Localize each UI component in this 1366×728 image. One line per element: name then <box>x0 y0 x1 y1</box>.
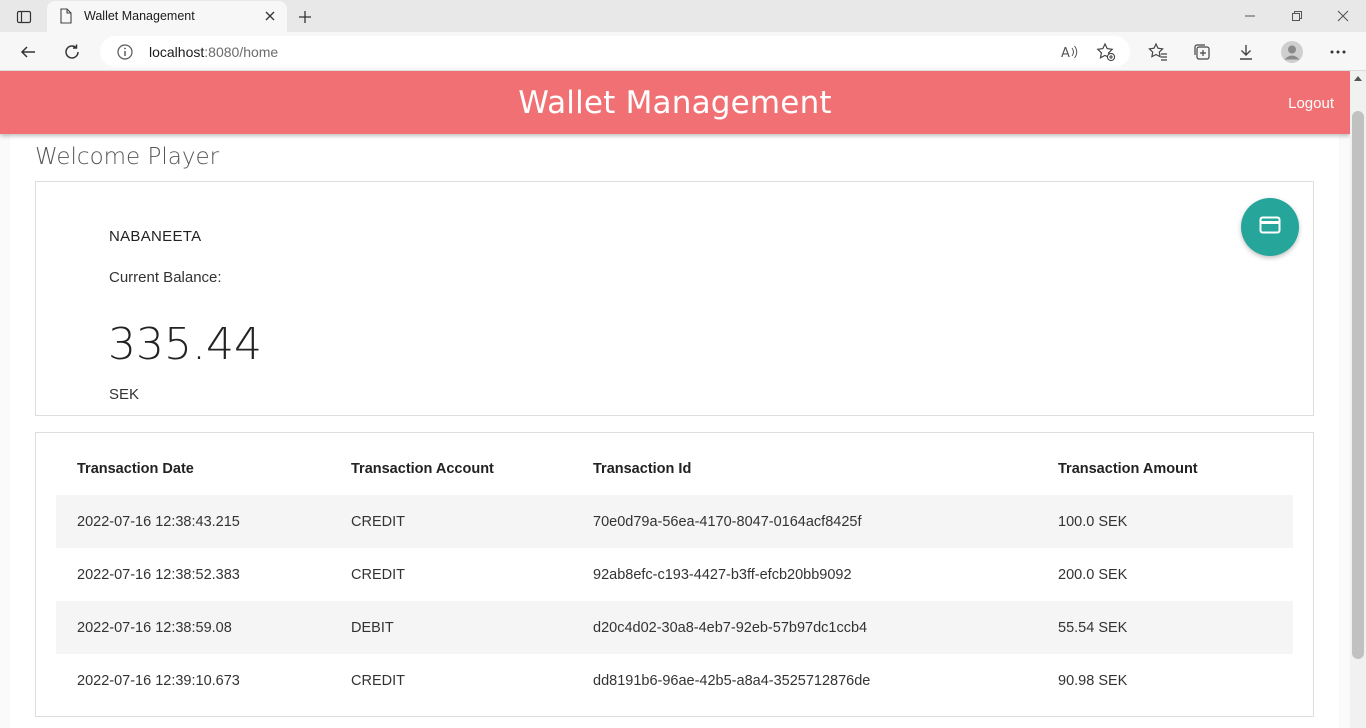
player-name: NABANEETA <box>109 228 202 245</box>
more-options-icon[interactable] <box>1326 40 1350 64</box>
table-row: 2022-07-16 12:39:10.673 CREDIT dd8191b6-… <box>56 654 1293 707</box>
cell-amount: 55.54 SEK <box>1037 601 1293 654</box>
welcome-heading: Welcome Player <box>35 144 220 170</box>
page-icon <box>59 8 73 29</box>
back-icon[interactable] <box>16 40 40 64</box>
transactions-card: Transaction Date Transaction Account Tra… <box>35 432 1314 717</box>
page-scrollbar[interactable] <box>1350 71 1366 728</box>
cell-amount: 100.0 SEK <box>1037 495 1293 548</box>
main-content: Welcome Player NABANEETA Current Balance… <box>10 134 1339 728</box>
url-text: localhost:8080/home <box>149 44 278 60</box>
cell-id: 70e0d79a-56ea-4170-8047-0164acf8425f <box>572 495 1037 548</box>
balance-value: 335.44 <box>108 319 262 370</box>
scroll-thumb[interactable] <box>1352 111 1364 659</box>
url-host: localhost <box>149 44 205 60</box>
downloads-icon[interactable] <box>1234 40 1258 64</box>
tab-actions-icon[interactable] <box>10 6 38 28</box>
table-row: 2022-07-16 12:38:43.215 CREDIT 70e0d79a-… <box>56 495 1293 548</box>
restore-icon[interactable] <box>1289 8 1305 24</box>
browser-titlebar: Wallet Management <box>0 0 1366 32</box>
header-transaction-account: Transaction Account <box>351 461 494 477</box>
address-bar[interactable]: localhost:8080/home A <box>100 36 1130 67</box>
read-aloud-icon[interactable]: A <box>1060 42 1080 62</box>
site-info-icon[interactable] <box>116 43 134 66</box>
cell-date: 2022-07-16 12:39:10.673 <box>77 672 240 689</box>
tab-title: Wallet Management <box>84 9 195 23</box>
add-favorite-icon[interactable] <box>1096 42 1116 62</box>
scroll-up-arrow-icon[interactable] <box>1354 76 1362 81</box>
credit-card-icon <box>1259 216 1281 239</box>
favorites-icon[interactable] <box>1146 40 1170 64</box>
table-row: 2022-07-16 12:38:59.08 DEBIT d20c4d02-30… <box>56 601 1293 654</box>
cell-account: CREDIT <box>330 495 572 548</box>
cell-account: CREDIT <box>351 672 405 689</box>
cell-date: 2022-07-16 12:38:52.383 <box>77 566 240 583</box>
page-viewport: Wallet Management Logout Welcome Player … <box>0 71 1350 728</box>
balance-card: NABANEETA Current Balance: 335.44 SEK <box>35 181 1314 416</box>
collections-icon[interactable] <box>1190 40 1214 64</box>
app-header: Wallet Management Logout <box>0 71 1350 134</box>
app-title: Wallet Management <box>518 85 832 121</box>
cell-date: 2022-07-16 12:38:59.08 <box>56 601 330 654</box>
new-tab-button[interactable] <box>294 6 316 28</box>
header-transaction-id: Transaction Id <box>593 461 692 477</box>
header-transaction-amount: Transaction Amount <box>1058 461 1198 477</box>
close-tab-icon[interactable] <box>263 9 277 23</box>
cell-amount: 200.0 SEK <box>1058 566 1128 583</box>
cell-amount: 90.98 SEK <box>1058 672 1128 689</box>
cell-id: d20c4d02-30a8-4eb7-92eb-57b97dc1ccb4 <box>572 601 1037 654</box>
svg-text:A: A <box>1061 46 1070 60</box>
close-window-icon[interactable] <box>1335 8 1351 24</box>
credit-card-button[interactable] <box>1241 198 1299 256</box>
cell-id: 92ab8efc-c193-4427-b3ff-efcb20bb9092 <box>593 566 852 583</box>
logout-link[interactable]: Logout <box>1288 95 1334 112</box>
browser-tab[interactable]: Wallet Management <box>47 1 287 32</box>
refresh-icon[interactable] <box>60 40 84 64</box>
browser-toolbar: localhost:8080/home A <box>0 32 1366 71</box>
profile-avatar[interactable] <box>1280 40 1304 64</box>
cell-account: CREDIT <box>351 566 405 583</box>
transactions-table: Transaction Date Transaction Account Tra… <box>56 443 1293 707</box>
table-row: 2022-07-16 12:38:52.383 CREDIT 92ab8efc-… <box>56 548 1293 601</box>
url-path: :8080/home <box>204 44 279 60</box>
cell-id: dd8191b6-96ae-42b5-a8a4-3525712876de <box>593 672 871 689</box>
header-transaction-date: Transaction Date <box>77 461 194 477</box>
currency-label: SEK <box>109 386 140 403</box>
minimize-icon[interactable] <box>1242 8 1258 24</box>
balance-label: Current Balance: <box>109 269 222 286</box>
cell-account: DEBIT <box>330 601 572 654</box>
table-header-row: Transaction Date Transaction Account Tra… <box>56 443 1293 495</box>
cell-date: 2022-07-16 12:38:43.215 <box>56 495 330 548</box>
